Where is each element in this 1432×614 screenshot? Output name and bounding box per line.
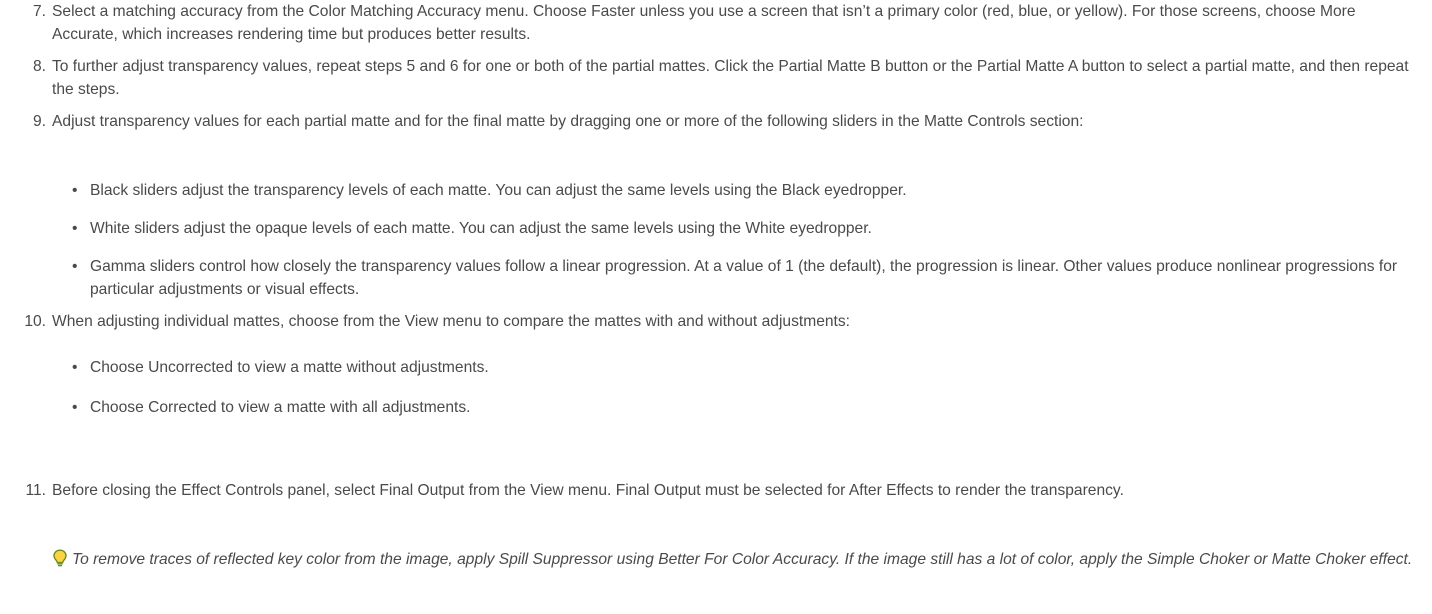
step-number: 11. bbox=[25, 482, 46, 499]
bullet-text: Black sliders adjust the transparency le… bbox=[90, 182, 907, 199]
step-text: Before closing the Effect Controls panel… bbox=[52, 482, 1124, 499]
step-number: 7. bbox=[32, 3, 46, 20]
step-number: 8. bbox=[32, 58, 46, 75]
bullet-dot: • bbox=[72, 399, 78, 416]
bullet-text: Choose Corrected to view a matte with al… bbox=[90, 399, 471, 416]
bullet-dot: • bbox=[72, 258, 78, 275]
step-number: 10. bbox=[24, 313, 46, 330]
lightbulb-icon bbox=[52, 549, 68, 574]
step-text: Adjust transparency values for each part… bbox=[52, 113, 1084, 130]
step-number: 9. bbox=[32, 113, 46, 130]
step-text: When adjusting individual mattes, choose… bbox=[52, 313, 851, 330]
tip-text: To remove traces of reflected key color … bbox=[72, 551, 1413, 568]
bullet-text: White sliders adjust the opaque levels o… bbox=[90, 220, 872, 237]
bullet-dot: • bbox=[72, 359, 78, 376]
step-text: To further adjust transparency values, r… bbox=[52, 58, 1409, 98]
bullet-text: Choose Uncorrected to view a matte witho… bbox=[90, 359, 489, 376]
tip-note: To remove traces of reflected key color … bbox=[52, 548, 1422, 574]
bullet-text: Gamma sliders control how closely the tr… bbox=[90, 258, 1398, 298]
bullet-dot: • bbox=[72, 182, 78, 199]
bullet-dot: • bbox=[72, 220, 78, 237]
step-text: Select a matching accuracy from the Colo… bbox=[52, 3, 1356, 43]
document-page: 7. Select a matching accuracy from the C… bbox=[0, 0, 1432, 614]
